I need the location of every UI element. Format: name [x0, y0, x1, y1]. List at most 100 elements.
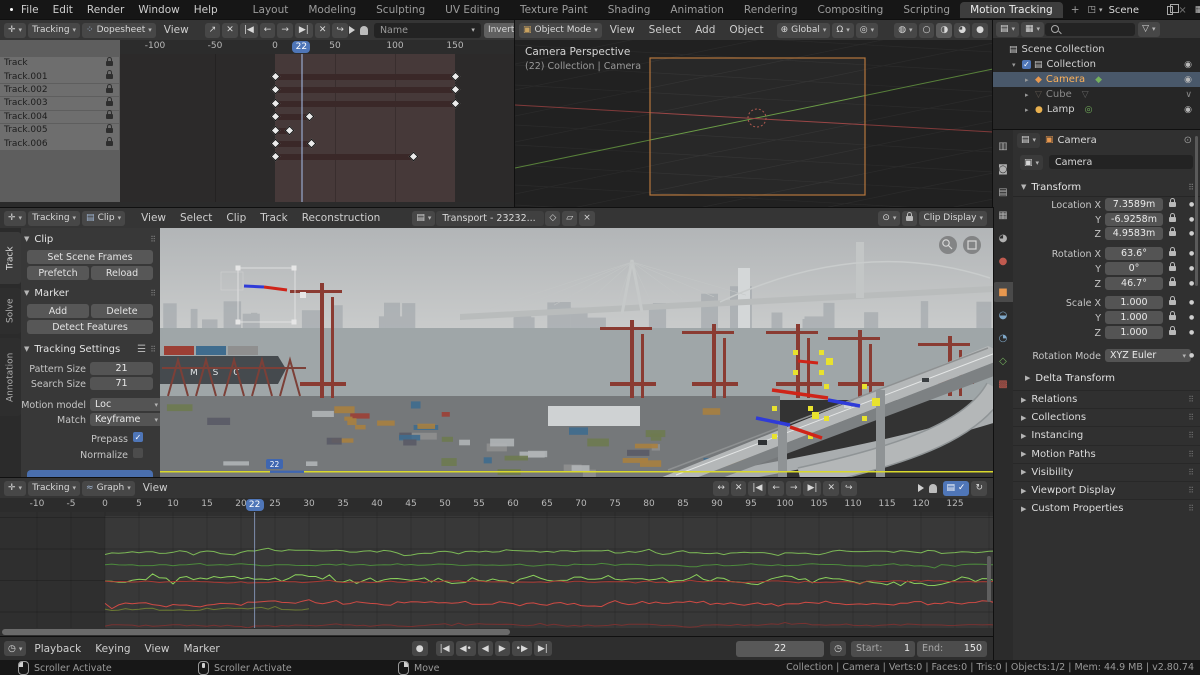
jump-to-end-button[interactable]: ▶|	[533, 641, 552, 656]
graph-tool-icon-0[interactable]: ↔	[713, 480, 729, 496]
play-reverse-button[interactable]: ◀	[477, 641, 493, 656]
panel-collections[interactable]: ▶ Collections ⠿	[1013, 408, 1200, 426]
timeline-editor-icon[interactable]: ◷ ▾	[4, 641, 27, 656]
properties-tab-object-data[interactable]: ◇	[993, 351, 1013, 371]
dopesheet-tool-icon-5[interactable]: ▶|	[294, 22, 313, 38]
dopesheet-tool-icon-3[interactable]: ←	[259, 22, 276, 38]
clip-datablock-field[interactable]: Transport - 23232...	[436, 210, 545, 226]
tracking-curves-icon[interactable]: ↻	[971, 480, 987, 496]
properties-tab-view-layer[interactable]: ▦	[993, 205, 1013, 225]
normalize-checkbox[interactable]	[133, 448, 143, 458]
expand-arrow-icon[interactable]: ▾	[1012, 61, 1022, 69]
clip-mode-dropdown[interactable]: Tracking ▾	[28, 210, 81, 226]
dopesheet-mode-dropdown[interactable]: Tracking ▾	[28, 22, 81, 38]
workspace-tab-compositing[interactable]: Compositing	[808, 2, 894, 18]
dopesheet-tool-icon-1[interactable]: ✕	[222, 22, 238, 38]
outliner-filter-mode-icon[interactable]: ▦ ▾	[1021, 21, 1045, 37]
outliner-row-lamp[interactable]: ▸ ● Lamp ◎ ◉	[993, 102, 1200, 117]
outliner-item-label[interactable]: Scene Collection	[1022, 44, 1105, 55]
transform-value-field[interactable]: 0°	[1105, 261, 1163, 275]
properties-tab-constraints[interactable]: ◒	[993, 305, 1013, 325]
transform-value-field[interactable]: 46.7°	[1105, 276, 1163, 290]
menu-window[interactable]: Window	[131, 4, 186, 16]
panel-custom-properties[interactable]: ▶ Custom Properties ⠿	[1013, 499, 1200, 517]
dopesheet-tool-icon-7[interactable]: ↪	[332, 22, 348, 38]
properties-tab-texture[interactable]: ▩	[993, 374, 1013, 394]
menu-help[interactable]: Help	[187, 4, 225, 16]
invert-filter-button[interactable]: Invert	[483, 22, 519, 38]
dopesheet-tool-icon-6[interactable]: ✕	[314, 22, 331, 38]
panel-instancing[interactable]: ▶ Instancing ⠿	[1013, 426, 1200, 444]
presets-list-icon[interactable]: ☰	[137, 344, 146, 355]
dopesheet-ruler[interactable]: -100 -50 0 50 100 150 22	[120, 40, 515, 54]
editor-type-button[interactable]: ✛ ▾	[4, 480, 27, 496]
graph-ruler[interactable]: -10 -5 0 5 10 15 20 25 30 35 40 45 50 55 60 65 70 75 80 85 9…	[0, 498, 993, 512]
unlink-clip-icon[interactable]: ×	[579, 210, 595, 226]
jump-to-start-button[interactable]: |◀	[435, 641, 454, 656]
editor-type-button[interactable]: ✛ ▾	[4, 210, 27, 226]
workspace-tab-modeling[interactable]: Modeling	[298, 2, 366, 18]
properties-tab-scene[interactable]: ◕	[993, 228, 1013, 248]
detect-features-button[interactable]: Detect Features	[27, 320, 153, 334]
fake-user-shield-icon[interactable]: ◇	[545, 210, 561, 226]
visibility-eye-icon[interactable]: ◉	[1184, 75, 1192, 85]
clip-menu-clip[interactable]: Clip	[219, 212, 253, 224]
animate-dot[interactable]: ●	[1189, 250, 1194, 257]
shading-rendered-icon[interactable]: ●	[972, 22, 988, 38]
current-frame-field[interactable]: 22	[736, 640, 825, 657]
channel-row-track-002[interactable]: Track.002	[0, 83, 119, 97]
panel-viewport-display[interactable]: ▶ Viewport Display ⠿	[1013, 481, 1200, 499]
menu-edit[interactable]: Edit	[46, 4, 80, 16]
delta-transform-panel[interactable]: ▶ Delta Transform	[1025, 370, 1195, 386]
graph-tool-icon-3[interactable]: ←	[768, 480, 784, 496]
channel-row-track[interactable]: Track	[0, 56, 119, 70]
transform-value-field[interactable]: 1.000	[1105, 310, 1163, 324]
lock-icon[interactable]	[1169, 261, 1176, 271]
outliner-row-cube[interactable]: ▸ ▽ Cube ▽ ∨	[993, 87, 1200, 102]
ghost-icon[interactable]	[928, 483, 937, 493]
workspace-tab-layout[interactable]: Layout	[243, 2, 299, 18]
outliner-display-mode-dropdown[interactable]: ▤ ▾	[996, 21, 1020, 37]
graph-view-menu[interactable]: View	[136, 482, 175, 494]
lock-icon[interactable]	[106, 83, 113, 93]
lock-icon[interactable]	[106, 137, 113, 147]
view-layer-icon[interactable]: ▦	[1195, 5, 1200, 15]
add-workspace-button[interactable]: +	[1063, 2, 1088, 18]
outliner-filter-icon[interactable]: ▽ ▾	[1138, 21, 1160, 37]
channel-row-track-003[interactable]: Track.003	[0, 96, 119, 110]
scene-copy-icon[interactable]	[1167, 3, 1180, 15]
animate-dot[interactable]: ●	[1189, 201, 1194, 208]
graph-tool-icon-5[interactable]: ▶|	[803, 480, 822, 496]
clip-menu-track[interactable]: Track	[253, 212, 294, 224]
workspace-tab-motion-tracking[interactable]: Motion Tracking	[960, 2, 1063, 18]
scene-name[interactable]: Scene	[1109, 5, 1140, 16]
properties-tab-physics[interactable]: ◔	[993, 328, 1013, 348]
match-dropdown[interactable]: Keyframe ▾	[90, 413, 163, 426]
outliner-search-field[interactable]	[1045, 22, 1136, 36]
visibility-eye-closed-icon[interactable]: ∨	[1185, 90, 1192, 100]
outliner-item-label[interactable]: Cube	[1046, 89, 1072, 100]
lock-icon[interactable]	[1169, 227, 1176, 237]
lock-icon[interactable]	[1169, 276, 1176, 286]
filter-flag-icon[interactable]	[348, 26, 355, 34]
animate-dot[interactable]: ●	[1189, 265, 1194, 272]
collection-checkbox[interactable]: ✓	[1022, 60, 1031, 69]
object-name-field[interactable]: Camera	[1049, 155, 1193, 169]
transform-value-field[interactable]: 1.000	[1105, 325, 1163, 339]
set-scene-frames-button[interactable]: Set Scene Frames	[27, 250, 153, 264]
lock-icon[interactable]	[1169, 325, 1176, 335]
outliner-row-collection[interactable]: ▾ ✓ ▤ Collection ◉	[993, 57, 1200, 72]
current-frame-indicator[interactable]: 22	[292, 41, 311, 53]
frame-start-field[interactable]: Start: 1	[851, 640, 915, 657]
properties-tab-tool[interactable]: ▥	[993, 136, 1013, 156]
outliner-item-label[interactable]: Collection	[1047, 59, 1096, 70]
animate-dot[interactable]: ●	[1189, 230, 1194, 237]
cursor-arrow-icon[interactable]	[917, 484, 924, 492]
clip-display-dropdown[interactable]: Clip Display ▾	[919, 210, 987, 226]
lock-icon[interactable]	[106, 56, 113, 66]
graph-mode-dropdown[interactable]: Tracking ▾	[28, 480, 81, 496]
viewport-menu-select[interactable]: Select	[642, 24, 688, 36]
open-clip-folder-icon[interactable]: ▱	[562, 210, 578, 226]
frame-end-field[interactable]: End: 150	[917, 640, 987, 657]
previous-keyframe-button[interactable]: ◀•	[455, 641, 476, 656]
